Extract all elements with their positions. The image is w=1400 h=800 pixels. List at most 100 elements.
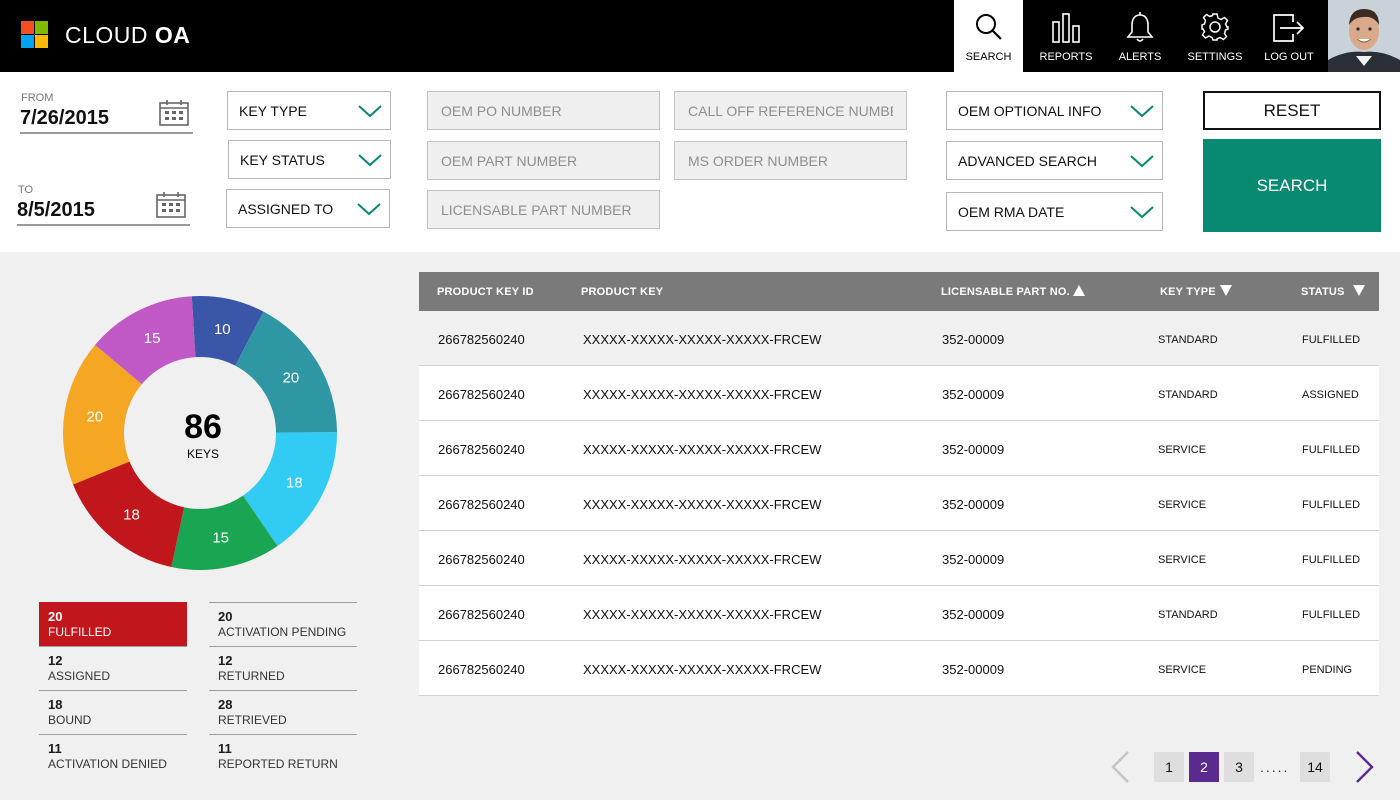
chevron-down-icon bbox=[1130, 155, 1154, 168]
search-icon bbox=[975, 14, 1002, 40]
cell-part: 352-00009 bbox=[942, 662, 1005, 677]
legend-item-bound[interactable]: 18 BOUND bbox=[39, 690, 187, 734]
table-header: PRODUCT KEY ID PRODUCT KEY LICENSABLE PA… bbox=[419, 272, 1379, 311]
legend-item-fulfilled[interactable]: 20 FULFILLED bbox=[39, 602, 187, 646]
previous-page-arrow-icon[interactable] bbox=[1108, 750, 1134, 784]
cell-id: 266782560240 bbox=[438, 387, 525, 402]
reports-icon bbox=[1052, 13, 1080, 43]
legend-item-activation-pending[interactable]: 20 ACTIVATION PENDING bbox=[209, 602, 357, 646]
windows-logo-icon bbox=[21, 21, 48, 48]
nav-search[interactable]: SEARCH bbox=[954, 0, 1023, 72]
column-key-type[interactable]: KEY TYPE bbox=[1160, 285, 1232, 298]
nav-reports[interactable]: REPORTS bbox=[1029, 0, 1103, 72]
cell-type: STANDARD bbox=[1158, 334, 1218, 346]
column-licensable-part-no-label: LICENSABLE PART NO. bbox=[941, 286, 1070, 298]
page-1-button[interactable]: 1 bbox=[1154, 752, 1184, 782]
sort-descending-icon bbox=[1220, 285, 1232, 296]
chevron-down-icon bbox=[1130, 206, 1154, 219]
legend-count: 12 bbox=[48, 653, 63, 668]
licensable-part-number-input[interactable] bbox=[427, 190, 660, 229]
assigned-to-dropdown-label: ASSIGNED TO bbox=[238, 201, 334, 217]
cell-part: 352-00009 bbox=[942, 387, 1005, 402]
oem-rma-date-dropdown[interactable]: OEM RMA DATE bbox=[946, 192, 1163, 231]
total-keys-count: 86 bbox=[184, 408, 222, 446]
nav-alerts-label: ALERTS bbox=[1118, 51, 1162, 63]
cell-part: 352-00009 bbox=[942, 607, 1005, 622]
oem-po-number-input[interactable] bbox=[427, 91, 660, 130]
column-licensable-part-no[interactable]: LICENSABLE PART NO. bbox=[941, 285, 1085, 298]
column-product-key[interactable]: PRODUCT KEY bbox=[581, 286, 663, 298]
oem-part-number-input[interactable] bbox=[427, 141, 660, 180]
legend-item-returned[interactable]: 12 RETURNED bbox=[209, 646, 357, 690]
advanced-search-dropdown[interactable]: ADVANCED SEARCH bbox=[946, 141, 1163, 180]
chevron-down-icon bbox=[357, 203, 381, 216]
donut-segment-label: 18 bbox=[286, 474, 303, 491]
cell-part: 352-00009 bbox=[942, 497, 1005, 512]
legend-label: RETURNED bbox=[218, 669, 285, 683]
cell-key: XXXXX-XXXXX-XXXXX-XXXXX-FRCEW bbox=[583, 332, 822, 347]
cell-type: SERVICE bbox=[1158, 664, 1207, 676]
cell-key: XXXXX-XXXXX-XXXXX-XXXXX-FRCEW bbox=[583, 497, 822, 512]
oem-optional-info-dropdown[interactable]: OEM OPTIONAL INFO bbox=[946, 91, 1163, 130]
column-product-key-id[interactable]: PRODUCT KEY ID bbox=[437, 286, 534, 298]
cell-id: 266782560240 bbox=[438, 497, 525, 512]
calendar-icon[interactable] bbox=[156, 192, 186, 218]
cell-id: 266782560240 bbox=[438, 552, 525, 567]
table-row[interactable]: 266782560240 XXXXX-XXXXX-XXXXX-XXXXX-FRCE… bbox=[419, 476, 1379, 531]
search-button[interactable]: SEARCH bbox=[1203, 139, 1381, 232]
legend-item-assigned[interactable]: 12 ASSIGNED bbox=[39, 646, 187, 690]
pagination-ellipsis: ..... bbox=[1260, 759, 1290, 775]
from-date-field[interactable]: FROM 7/26/2015 bbox=[20, 92, 193, 134]
page-14-button[interactable]: 14 bbox=[1300, 752, 1330, 782]
legend-item-retrieved[interactable]: 28 RETRIEVED bbox=[209, 690, 357, 734]
nav-alerts[interactable]: ALERTS bbox=[1103, 0, 1177, 72]
next-page-arrow-icon[interactable] bbox=[1352, 750, 1378, 784]
table-row[interactable]: 266782560240 XXXXX-XXXXX-XXXXX-XXXXX-FRCE… bbox=[419, 366, 1379, 421]
nav-search-label: SEARCH bbox=[965, 51, 1012, 63]
key-type-dropdown[interactable]: KEY TYPE bbox=[227, 91, 391, 130]
cell-status: ASSIGNED bbox=[1302, 389, 1359, 401]
cell-status: FULFILLED bbox=[1302, 609, 1361, 621]
filter-panel: FROM 7/26/2015 TO 8/5/2015 KEY TYPE KEY … bbox=[0, 72, 1400, 252]
nav-settings[interactable]: SETTINGS bbox=[1178, 0, 1252, 72]
user-avatar[interactable] bbox=[1328, 0, 1400, 72]
key-status-dropdown[interactable]: KEY STATUS bbox=[228, 140, 391, 179]
legend-label: ACTIVATION PENDING bbox=[218, 625, 347, 639]
table-row[interactable]: 266782560240 XXXXX-XXXXX-XXXXX-XXXXX-FRCE… bbox=[419, 586, 1379, 641]
column-status[interactable]: STATUS bbox=[1301, 285, 1365, 298]
to-date-field[interactable]: TO 8/5/2015 bbox=[17, 184, 190, 226]
table-row[interactable]: 266782560240 XXXXX-XXXXX-XXXXX-XXXXX-FRCE… bbox=[419, 641, 1379, 696]
table-row[interactable]: 266782560240 XXXXX-XXXXX-XXXXX-XXXXX-FRCE… bbox=[419, 311, 1379, 366]
page-3-button[interactable]: 3 bbox=[1224, 752, 1254, 782]
table-row[interactable]: 266782560240 XXXXX-XXXXX-XXXXX-XXXXX-FRCE… bbox=[419, 421, 1379, 476]
sort-descending-icon bbox=[1353, 285, 1365, 296]
reset-button[interactable]: RESET bbox=[1203, 91, 1381, 130]
assigned-to-dropdown[interactable]: ASSIGNED TO bbox=[226, 189, 390, 228]
cell-key: XXXXX-XXXXX-XXXXX-XXXXX-FRCEW bbox=[583, 387, 822, 402]
call-off-reference-number-input[interactable] bbox=[674, 91, 907, 130]
chevron-down-icon bbox=[1130, 105, 1154, 118]
advanced-search-dropdown-label: ADVANCED SEARCH bbox=[958, 153, 1097, 169]
donut-segment-label: 15 bbox=[212, 529, 229, 546]
legend-item-activation-denied[interactable]: 11 ACTIVATION DENIED bbox=[39, 734, 187, 778]
cell-key: XXXXX-XXXXX-XXXXX-XXXXX-FRCEW bbox=[583, 607, 822, 622]
legend-count: 18 bbox=[48, 697, 63, 712]
nav-logout[interactable]: LOG OUT bbox=[1252, 0, 1326, 72]
cell-type: SERVICE bbox=[1158, 444, 1207, 456]
nav-logout-label: LOG OUT bbox=[1264, 51, 1314, 63]
column-key-type-label: KEY TYPE bbox=[1160, 286, 1216, 298]
legend-label: RETRIEVED bbox=[218, 713, 287, 727]
cell-status: PENDING bbox=[1302, 664, 1353, 676]
page-2-button[interactable]: 2 bbox=[1189, 752, 1219, 782]
cell-key: XXXXX-XXXXX-XXXXX-XXXXX-FRCEW bbox=[583, 662, 822, 677]
legend-item-reported-return[interactable]: 11 REPORTED RETURN bbox=[209, 734, 357, 778]
column-status-label: STATUS bbox=[1301, 286, 1345, 298]
cell-key: XXXXX-XXXXX-XXXXX-XXXXX-FRCEW bbox=[583, 552, 822, 567]
legend-label: ACTIVATION DENIED bbox=[48, 757, 167, 771]
table-row[interactable]: 266782560240 XXXXX-XXXXX-XXXXX-XXXXX-FRCE… bbox=[419, 531, 1379, 586]
avatar-photo bbox=[1328, 0, 1400, 72]
ms-order-number-input[interactable] bbox=[674, 141, 907, 180]
legend-count: 28 bbox=[218, 697, 233, 712]
calendar-icon[interactable] bbox=[159, 100, 189, 126]
legend-count: 12 bbox=[218, 653, 233, 668]
